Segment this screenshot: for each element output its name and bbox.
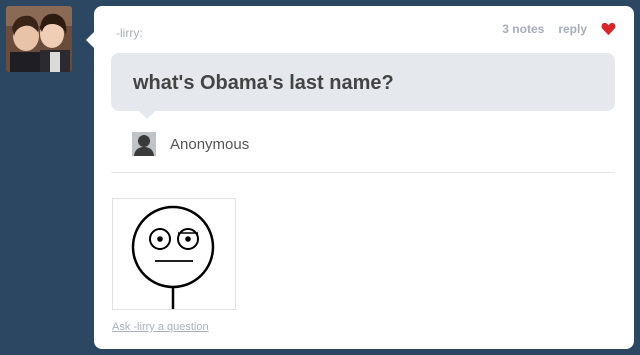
answer-meme-image[interactable] [112,198,236,310]
divider [111,172,615,173]
question-bubble-tail [139,111,155,119]
ask-question-link[interactable]: Ask -lirry a question [112,321,209,333]
reply-link[interactable]: reply [558,22,587,36]
post-notch [86,32,94,48]
post-username[interactable]: -lirry: [116,26,143,40]
post-meta: 3 notes reply [502,22,616,36]
heart-icon[interactable] [601,22,616,36]
asker-name: Anonymous [170,135,250,153]
notes-count[interactable]: 3 notes [502,22,544,36]
question-bubble: what's Obama's last name? [111,53,615,119]
blog-avatar[interactable] [6,6,72,72]
question-text: what's Obama's last name? [133,72,394,94]
ask-post: -lirry: 3 notes reply what's Obama's las… [86,6,634,349]
anonymous-avatar-icon [132,132,156,156]
asker: Anonymous [132,132,249,156]
